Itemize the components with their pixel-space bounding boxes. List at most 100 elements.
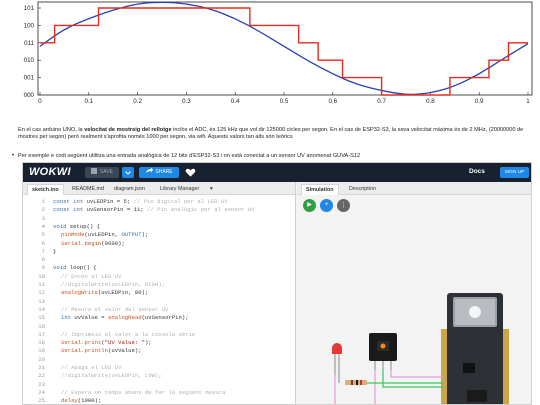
code-text: void loop() {	[53, 264, 97, 272]
code-line: 4 void setup() {	[23, 223, 295, 230]
wokwi-window: WOKWI SAVE SHARE Docs SIGN UP sketch.ino…	[22, 162, 532, 405]
y-tick-label: 011	[24, 40, 34, 47]
line-number: 9	[41, 264, 45, 272]
x-tick-label: 0.8	[426, 98, 435, 105]
line-number: 11	[38, 281, 45, 288]
line-number: 4	[41, 222, 45, 230]
code-text: const int uvLEDPin = 5; // Pin digital p…	[53, 198, 228, 205]
code-editor-panel: sketch.ino README.md diagram.json Librar…	[23, 182, 296, 404]
y-tick-label: 001	[24, 75, 35, 82]
line-number: 15	[38, 314, 45, 322]
code-line: 16	[23, 323, 295, 330]
tab-simulation[interactable]: Simulation	[301, 184, 339, 195]
code-text: // Encén el LED UV	[61, 272, 122, 280]
led-red[interactable]	[332, 343, 342, 383]
code-line: 2 const int uvSensorPin = 11; // Pin anal…	[23, 206, 295, 213]
line-number: 7	[41, 247, 45, 255]
x-tick-label: 0.4	[231, 98, 240, 105]
tab-sketch-ino[interactable]: sketch.ino	[27, 184, 64, 195]
tab-menu-chevron[interactable]: ▾	[206, 184, 217, 195]
resistor[interactable]	[345, 380, 367, 385]
code-line: 12 analogWrite(uvLEDPin, 80);	[23, 289, 295, 296]
code-text: delay(1000);	[61, 397, 102, 405]
para1-text-start: En el cas arduino UNO, la	[18, 127, 85, 133]
save-dropdown-button[interactable]	[122, 167, 134, 178]
wokwi-logo[interactable]: WOKWI	[29, 166, 71, 178]
line-number: 1	[41, 198, 45, 205]
code-text: pinMode(uvLEDPin, OUTPUT);	[61, 231, 149, 239]
adc-paragraph: En el cas arduino UNO, la velocitat de m…	[18, 127, 530, 141]
code-line: 18 Serial.print("UV Value: ");	[23, 339, 295, 346]
code-text: //digitalWrite(uvLEDPin, LOW);	[61, 372, 162, 380]
x-tick-label: 0.6	[328, 98, 337, 105]
share-button[interactable]: SHARE	[139, 167, 179, 178]
code-line: 13	[23, 298, 295, 305]
quantization-chart: 000 001 010 011 100 101 0 0.1 0.2 0.3 0.4 0.5 0.6 0.7…	[24, 1, 533, 105]
uv-sensor-module[interactable]	[369, 333, 397, 370]
share-icon	[146, 167, 154, 173]
x-tick-label: 1	[526, 98, 530, 105]
top-bar: WOKWI SAVE SHARE Docs SIGN UP	[23, 163, 531, 182]
line-number: 16	[38, 322, 45, 330]
line-number: 12	[38, 289, 45, 297]
code-line: 25 delay(1000);	[23, 397, 295, 404]
line-number: 2	[41, 206, 45, 214]
code-area[interactable]: 1 const int uvLEDPin = 5; // Pin digital …	[23, 195, 295, 404]
save-button[interactable]: SAVE	[85, 167, 119, 178]
line-number: 24	[38, 388, 45, 396]
x-tick-label: 0.5	[280, 98, 289, 105]
bullet-dot: •	[12, 153, 15, 159]
code-text: const int uvSensorPin = 11; // Pin analò…	[53, 206, 255, 214]
tab-library-manager[interactable]: Library Manager	[156, 184, 203, 195]
y-tick-label: 101	[24, 5, 35, 12]
code-line: 9 void loop() {	[23, 264, 295, 271]
line-number: 17	[38, 330, 45, 338]
editor-tabs: sketch.ino README.md diagram.json Librar…	[23, 182, 295, 195]
code-line: 19 Serial.println(uvValue);	[23, 347, 295, 354]
code-text: // Apaga el LED UV	[61, 364, 122, 371]
code-line: 20	[23, 356, 295, 363]
quantized-step-line	[40, 7, 528, 96]
code-line: 3	[23, 215, 295, 222]
code-text: int uvValue = analogRead(uvSensorPin);	[61, 314, 189, 322]
x-tick-label: 0.9	[475, 98, 484, 105]
line-number: 25	[38, 397, 45, 405]
x-tick-label: 0.2	[133, 98, 142, 105]
wires	[334, 370, 443, 404]
heart-icon[interactable]	[185, 167, 196, 178]
code-text: // Imprimeix el valor a la consola sèrie	[61, 330, 196, 338]
signup-button[interactable]: SIGN UP	[500, 167, 529, 178]
example-bullet: • Per exemple e codi següent utilitza un…	[12, 153, 530, 160]
line-number: 13	[38, 297, 45, 305]
code-line: 22 //digitalWrite(uvLEDPin, LOW);	[23, 372, 295, 379]
docs-link[interactable]: Docs	[469, 168, 485, 175]
share-label: SHARE	[155, 169, 173, 175]
x-tick-label: 0.3	[182, 98, 191, 105]
code-line: 7}	[23, 248, 295, 255]
line-number: 18	[38, 339, 45, 347]
tab-description[interactable]: Description	[345, 184, 380, 195]
code-line: 24 // Espera un temps abans de fer la seg…	[23, 389, 295, 396]
tab-readme[interactable]: README.md	[68, 184, 108, 195]
plot-area: 000 001 010 011 100 101 0 0.1 0.2 0.3 0.4 0.5 0.6 0.7…	[24, 1, 533, 105]
code-line: 23	[23, 381, 295, 388]
code-line: 17 // Imprimeix el valor a la consola sèr…	[23, 331, 295, 338]
line-number: 6	[41, 239, 45, 247]
bullet-text: Per exemple e codi següent utilitza una …	[18, 153, 361, 159]
tab-diagram-json[interactable]: diagram.json	[110, 184, 149, 195]
code-text: void setup() {	[53, 222, 101, 230]
line-number: 3	[41, 214, 45, 222]
line-number: 19	[38, 347, 45, 355]
x-tick-label: 0.7	[377, 98, 386, 105]
simulation-panel: Simulation Description ▶ + ⋮	[297, 182, 531, 405]
line-number: 5	[41, 231, 45, 239]
esp32-s3-board[interactable]	[441, 293, 509, 405]
code-line: 10 // Encén el LED UV	[23, 273, 295, 280]
save-icon	[91, 168, 98, 174]
y-tick-label: 100	[24, 22, 35, 29]
code-line: 15 int uvValue = analogRead(uvSensorPin);	[23, 314, 295, 321]
line-number: 8	[41, 256, 45, 264]
code-line: 21 // Apaga el LED UV	[23, 364, 295, 371]
line-number: 20	[38, 355, 45, 363]
line-number: 23	[38, 380, 45, 388]
